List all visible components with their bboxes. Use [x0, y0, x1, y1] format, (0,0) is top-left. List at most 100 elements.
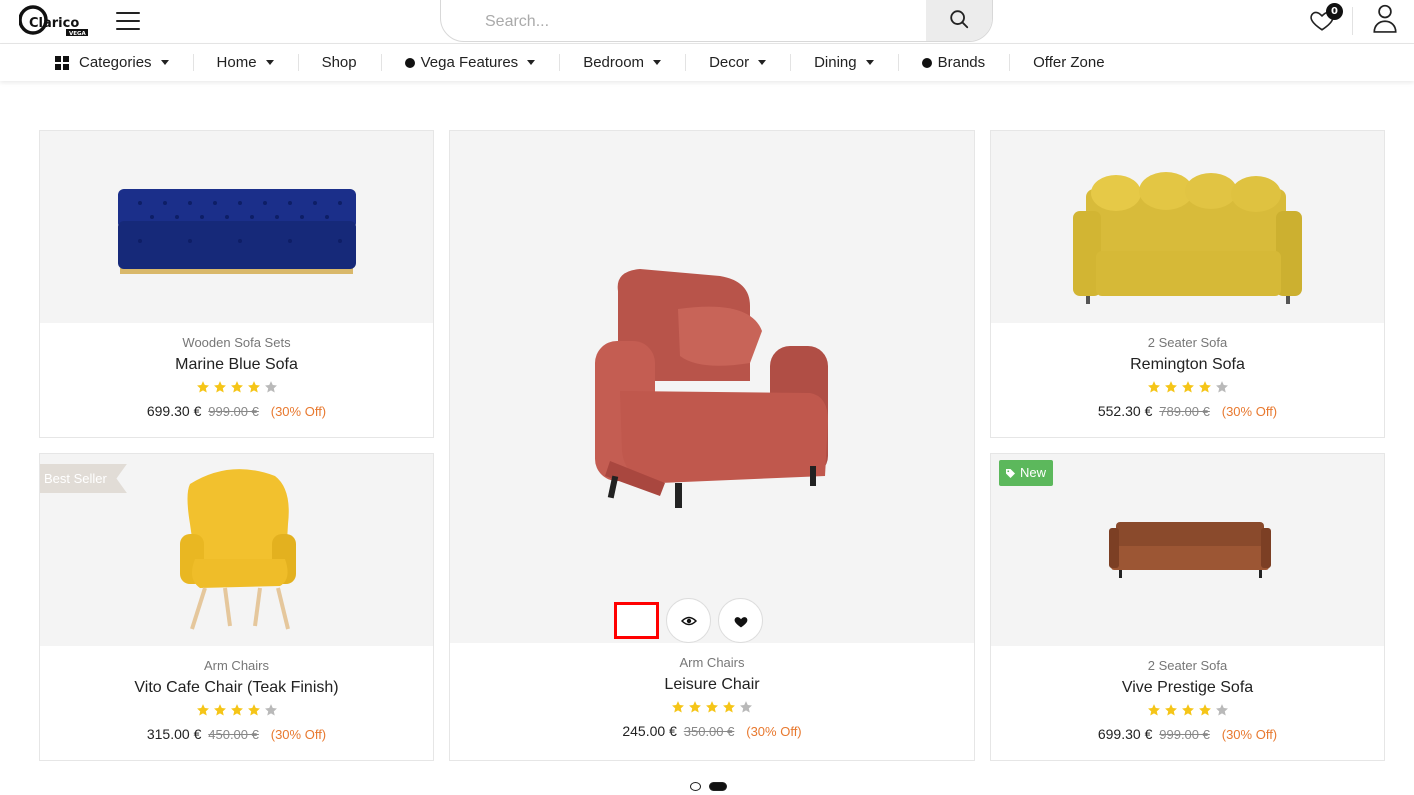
product-card[interactable]: Arm Chairs Leisure Chair 245.00 € 350.00…	[449, 130, 975, 761]
nav-item-shop[interactable]: Shop	[297, 44, 381, 81]
caret-down-icon	[653, 60, 662, 65]
star-filled-icon	[247, 704, 260, 716]
site-header: Clarico VEGA 0	[0, 0, 1414, 44]
nav-item-categories[interactable]: Categories	[31, 44, 193, 81]
star-filled-icon	[230, 381, 243, 393]
product-price: 699.30 €	[146, 403, 202, 419]
menu-button[interactable]	[116, 12, 140, 30]
discount-label: (30% Off)	[270, 404, 327, 419]
product-image[interactable]: Best Seller	[40, 454, 433, 646]
product-name[interactable]: Vive Prestige Sofa	[991, 679, 1384, 697]
product-old-price: 350.00 €	[683, 724, 735, 739]
product-card[interactable]: Wooden Sofa Sets Marine Blue Sofa 699.30…	[39, 130, 434, 438]
best-seller-badge: Best Seller	[40, 464, 127, 493]
nav-item-label: Brands	[937, 54, 986, 71]
nav-item-decor[interactable]: Decor	[685, 44, 790, 81]
product-image[interactable]	[991, 131, 1384, 323]
nav-item-offer-zone[interactable]: Offer Zone	[1009, 44, 1128, 81]
product-name[interactable]: Leisure Chair	[450, 676, 974, 694]
nav-item-label: Dining	[814, 54, 857, 71]
price-row: 552.30 € 789.00 € (30% Off)	[991, 403, 1384, 419]
nav-item-dining[interactable]: Dining	[790, 44, 898, 81]
caret-down-icon	[160, 60, 169, 65]
rating-stars	[40, 703, 433, 717]
pagination-dot[interactable]	[690, 782, 701, 791]
product-image[interactable]	[40, 131, 433, 323]
nav-item-vega-features[interactable]: Vega Features	[380, 44, 560, 81]
nav-item-label: Home	[216, 54, 257, 71]
star-filled-icon	[1147, 704, 1160, 716]
nav-item-brands[interactable]: Brands	[897, 44, 1010, 81]
star-filled-icon	[196, 381, 209, 393]
star-empty-icon	[740, 701, 752, 713]
product-category[interactable]: Wooden Sofa Sets	[40, 335, 433, 350]
star-filled-icon	[689, 701, 701, 713]
star-filled-icon	[723, 701, 735, 713]
discount-label: (30% Off)	[746, 724, 802, 739]
star-filled-icon	[1181, 381, 1194, 393]
main-navigation: Categories Home Shop Vega Features Bedro…	[0, 44, 1414, 81]
star-filled-icon	[1181, 704, 1194, 716]
star-filled-icon	[1198, 381, 1211, 393]
product-category[interactable]: 2 Seater Sofa	[991, 335, 1384, 350]
grid-icon	[55, 55, 69, 70]
product-card[interactable]: Best Seller Arm Chairs Vito Cafe Chair (…	[39, 453, 434, 761]
product-category[interactable]: 2 Seater Sofa	[991, 658, 1384, 673]
product-category[interactable]: Arm Chairs	[40, 658, 433, 673]
star-filled-icon	[1164, 704, 1177, 716]
nav-item-label: Decor	[709, 54, 750, 71]
star-filled-icon	[706, 701, 718, 713]
price-row: 315.00 € 450.00 € (30% Off)	[40, 726, 433, 742]
carousel-pagination	[690, 782, 727, 791]
product-image[interactable]	[450, 131, 974, 643]
discount-label: (30% Off)	[1221, 727, 1278, 742]
star-filled-icon	[1147, 381, 1160, 393]
discount-label: (30% Off)	[270, 727, 327, 742]
nav-item-home[interactable]: Home	[192, 44, 298, 81]
star-empty-icon	[1215, 704, 1228, 716]
star-empty-icon	[264, 704, 277, 716]
clarico-logo[interactable]: Clarico VEGA	[19, 5, 91, 37]
header-divider	[1352, 7, 1353, 35]
user-icon[interactable]	[1372, 3, 1398, 33]
product-category[interactable]: Arm Chairs	[450, 655, 974, 670]
rating-stars	[40, 380, 433, 394]
search-button[interactable]	[926, 0, 992, 41]
search-input[interactable]	[441, 0, 928, 41]
nav-item-label: Bedroom	[583, 54, 645, 71]
product-card[interactable]: 2 Seater Sofa Remington Sofa 552.30 € 78…	[990, 130, 1385, 438]
product-name[interactable]: Remington Sofa	[991, 356, 1384, 374]
add-to-cart-button[interactable]	[614, 602, 659, 639]
dot-icon	[921, 57, 932, 68]
product-old-price: 999.00 €	[1159, 727, 1210, 742]
star-filled-icon	[672, 701, 684, 713]
rating-stars	[991, 703, 1384, 717]
nav-item-label: Categories	[79, 54, 152, 71]
star-filled-icon	[213, 704, 226, 716]
product-image[interactable]: New	[991, 454, 1384, 646]
product-price: 552.30 €	[1097, 403, 1153, 419]
rating-stars	[991, 380, 1384, 394]
heart-icon	[734, 616, 747, 627]
star-filled-icon	[196, 704, 209, 716]
caret-down-icon	[758, 60, 767, 65]
nav-item-label: Offer Zone	[1033, 54, 1105, 71]
product-card[interactable]: New 2 Seater Sofa Vive Prestige Sofa 699…	[990, 453, 1385, 761]
star-filled-icon	[230, 704, 243, 716]
rating-stars	[450, 700, 974, 714]
product-actions	[614, 598, 763, 643]
wishlist-button[interactable]: 0	[1309, 3, 1343, 32]
search-bar	[440, 0, 993, 42]
search-icon	[950, 10, 969, 29]
add-to-wishlist-button[interactable]	[718, 598, 763, 643]
product-name[interactable]: Vito Cafe Chair (Teak Finish)	[40, 679, 433, 697]
logo-text: Clarico	[29, 16, 79, 31]
product-name[interactable]: Marine Blue Sofa	[40, 356, 433, 374]
price-row: 699.30 € 999.00 € (30% Off)	[991, 726, 1384, 742]
pagination-dot[interactable]	[709, 782, 727, 791]
product-old-price: 999.00 €	[208, 404, 259, 419]
new-badge-label: New	[1020, 465, 1047, 480]
price-row: 245.00 € 350.00 € (30% Off)	[450, 723, 974, 739]
nav-item-bedroom[interactable]: Bedroom	[559, 44, 685, 81]
quick-view-button[interactable]	[666, 598, 711, 643]
